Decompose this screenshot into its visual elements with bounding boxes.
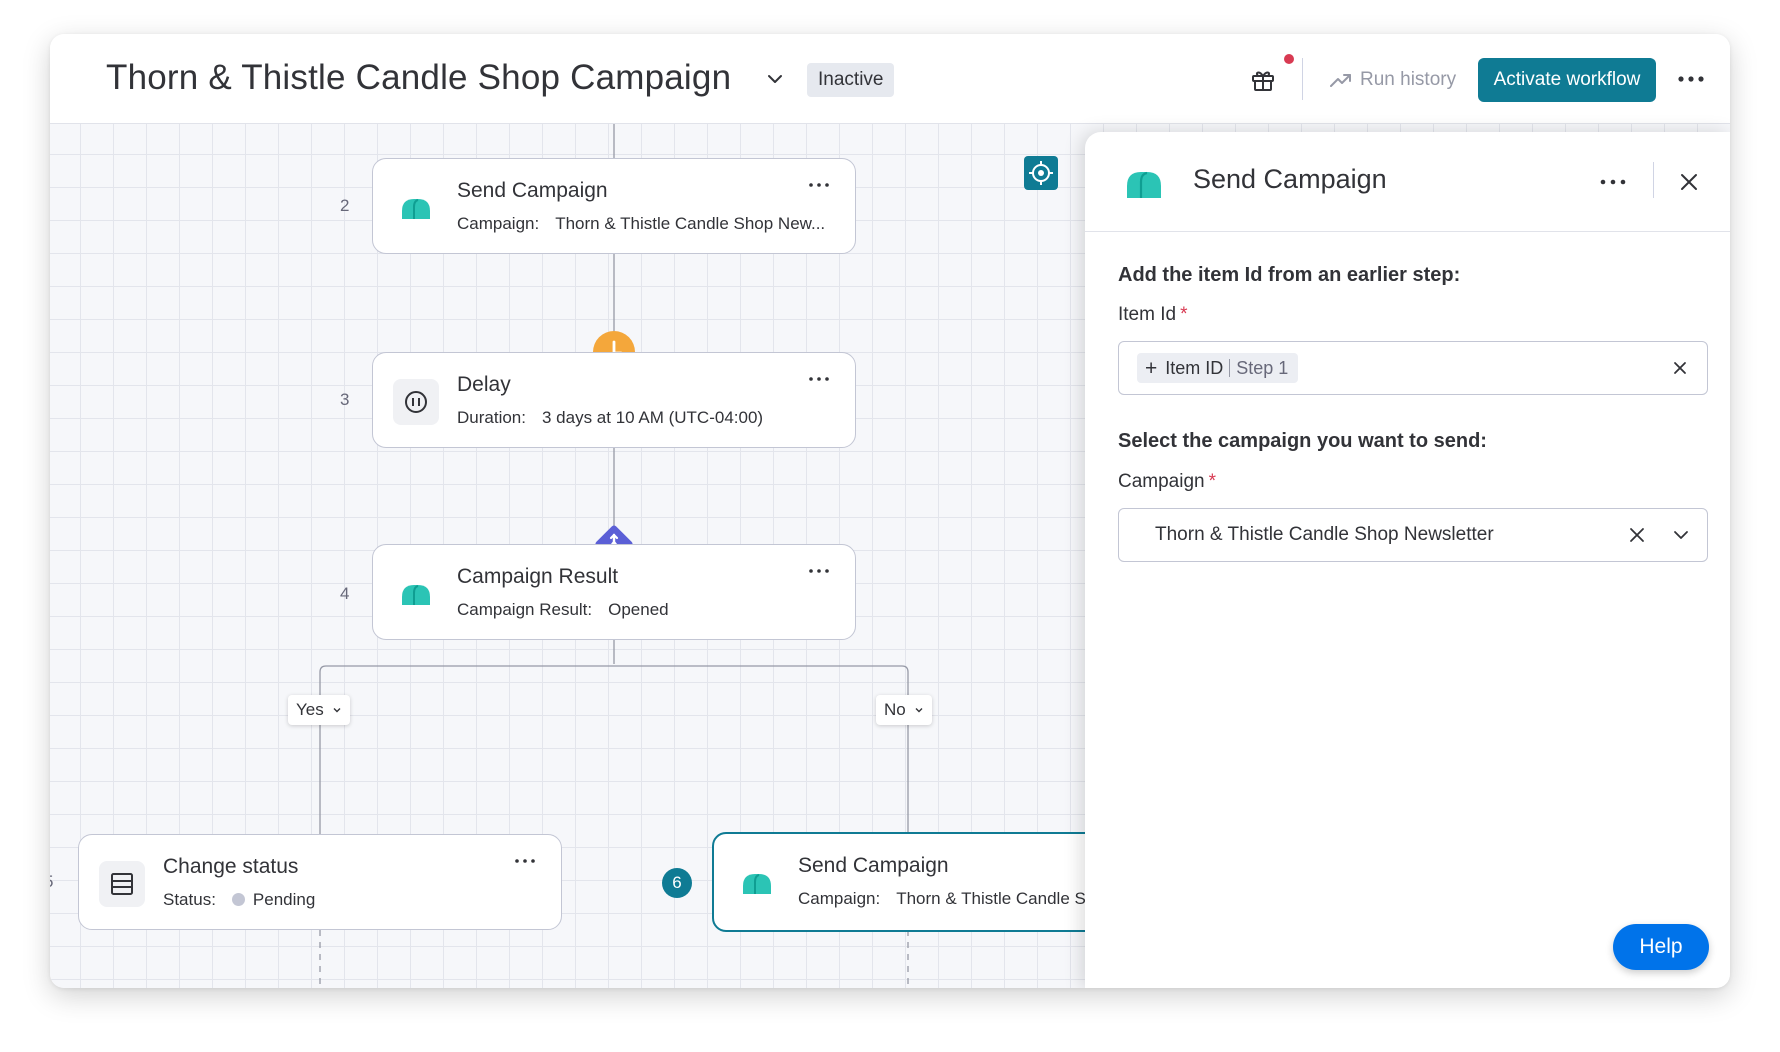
step-title: Send Campaign bbox=[457, 179, 608, 202]
status-badge: Inactive bbox=[807, 63, 895, 97]
header-divider bbox=[1302, 58, 1303, 100]
campaign-section-heading: Select the campaign you want to send: bbox=[1118, 430, 1487, 452]
node-more-icon[interactable] bbox=[807, 371, 831, 387]
run-history-button[interactable]: Run history bbox=[1330, 64, 1456, 96]
chevron-down-icon bbox=[333, 708, 341, 713]
campaign-icon bbox=[1127, 171, 1161, 198]
workflow-title[interactable]: Thorn & Thistle Candle Shop Campaign bbox=[106, 58, 731, 98]
step-number: 2 bbox=[340, 196, 350, 215]
chevron-down-icon[interactable] bbox=[764, 68, 786, 90]
step-number: 3 bbox=[340, 390, 350, 409]
table-icon-box bbox=[99, 861, 145, 907]
pause-icon bbox=[405, 391, 427, 413]
campaign-icon bbox=[743, 874, 771, 894]
step-change-status[interactable]: Change status Status: Pending bbox=[78, 834, 562, 930]
step-title: Change status bbox=[163, 855, 299, 878]
campaign-icon bbox=[402, 585, 430, 605]
step-detail: Campaign: Thorn & Thistle Candle Shop New… bbox=[457, 214, 826, 233]
workflow-header: Thorn & Thistle Candle Shop Campaign Ina… bbox=[50, 34, 1730, 124]
step-title: Send Campaign bbox=[798, 854, 949, 877]
close-icon[interactable] bbox=[1677, 170, 1701, 194]
step-number: 5 bbox=[50, 872, 53, 892]
panel-divider bbox=[1653, 162, 1654, 198]
step-detail: Campaign Result: Opened bbox=[457, 600, 669, 619]
step-detail: Duration: 3 days at 10 AM (UTC-04:00) bbox=[457, 408, 764, 427]
status-dot bbox=[231, 893, 245, 906]
pause-icon-box bbox=[393, 379, 439, 425]
chip-step: Step 1 bbox=[1236, 357, 1289, 378]
chevron-down-icon bbox=[915, 708, 923, 713]
branch-yes-dropdown[interactable]: Yes bbox=[288, 695, 350, 725]
campaign-label: Campaign * bbox=[1118, 471, 1217, 492]
step-number: 4 bbox=[340, 584, 350, 603]
campaign-select[interactable]: Thorn & Thistle Candle Shop Newsletter bbox=[1118, 508, 1708, 562]
gift-icon[interactable] bbox=[1250, 67, 1276, 93]
step-title: Campaign Result bbox=[457, 565, 619, 588]
notification-dot bbox=[1284, 54, 1294, 64]
item-id-field[interactable]: + Item ID Step 1 bbox=[1118, 341, 1708, 395]
step-settings-panel: Send Campaign Add the item Id from an ea… bbox=[1085, 132, 1730, 988]
chevron-down-icon[interactable] bbox=[1672, 526, 1690, 544]
panel-title: Send Campaign bbox=[1193, 164, 1387, 194]
chip-separator bbox=[1229, 359, 1231, 377]
panel-header: Send Campaign bbox=[1085, 132, 1730, 232]
more-options-icon[interactable] bbox=[1599, 170, 1627, 194]
activate-workflow-button[interactable]: Activate workflow bbox=[1478, 58, 1656, 102]
step-send-campaign[interactable]: Send Campaign Campaign: Thorn & Thistle C… bbox=[372, 158, 856, 254]
clear-icon[interactable] bbox=[1628, 526, 1646, 544]
chip-label: Item ID bbox=[1165, 357, 1224, 378]
trend-icon bbox=[1330, 74, 1351, 87]
step-title: Delay bbox=[457, 373, 511, 396]
node-more-icon[interactable] bbox=[807, 177, 831, 193]
campaign-selected-value: Thorn & Thistle Candle Shop Newsletter bbox=[1155, 524, 1494, 545]
node-more-icon[interactable] bbox=[807, 563, 831, 579]
branch-no-dropdown[interactable]: No bbox=[876, 695, 932, 725]
node-more-icon[interactable] bbox=[513, 853, 537, 869]
workflow-window: Thorn & Thistle Candle Shop Campaign Ina… bbox=[50, 34, 1730, 988]
plus-icon: + bbox=[1145, 356, 1158, 380]
clear-icon[interactable] bbox=[1671, 359, 1689, 377]
run-history-label: Run history bbox=[1360, 69, 1457, 90]
item-id-label: Item Id * bbox=[1118, 304, 1188, 325]
step-number-badge: 6 bbox=[662, 868, 692, 898]
step-detail: Status: Pending bbox=[163, 890, 316, 909]
item-section-heading: Add the item Id from an earlier step: bbox=[1118, 264, 1461, 286]
step-delay[interactable]: Delay Duration: 3 days at 10 AM (UTC-04:0… bbox=[372, 352, 856, 448]
help-button[interactable]: Help bbox=[1613, 924, 1709, 970]
campaign-icon bbox=[402, 199, 430, 219]
recenter-icon[interactable] bbox=[1024, 156, 1058, 190]
branch-no-label: No bbox=[884, 700, 906, 719]
table-icon bbox=[111, 873, 133, 895]
item-id-chip[interactable]: + Item ID Step 1 bbox=[1137, 353, 1299, 383]
step-campaign-result[interactable]: Campaign Result Campaign Result: Opened bbox=[372, 544, 856, 640]
more-options-icon[interactable] bbox=[1676, 64, 1706, 94]
branch-yes-label: Yes bbox=[296, 700, 324, 719]
